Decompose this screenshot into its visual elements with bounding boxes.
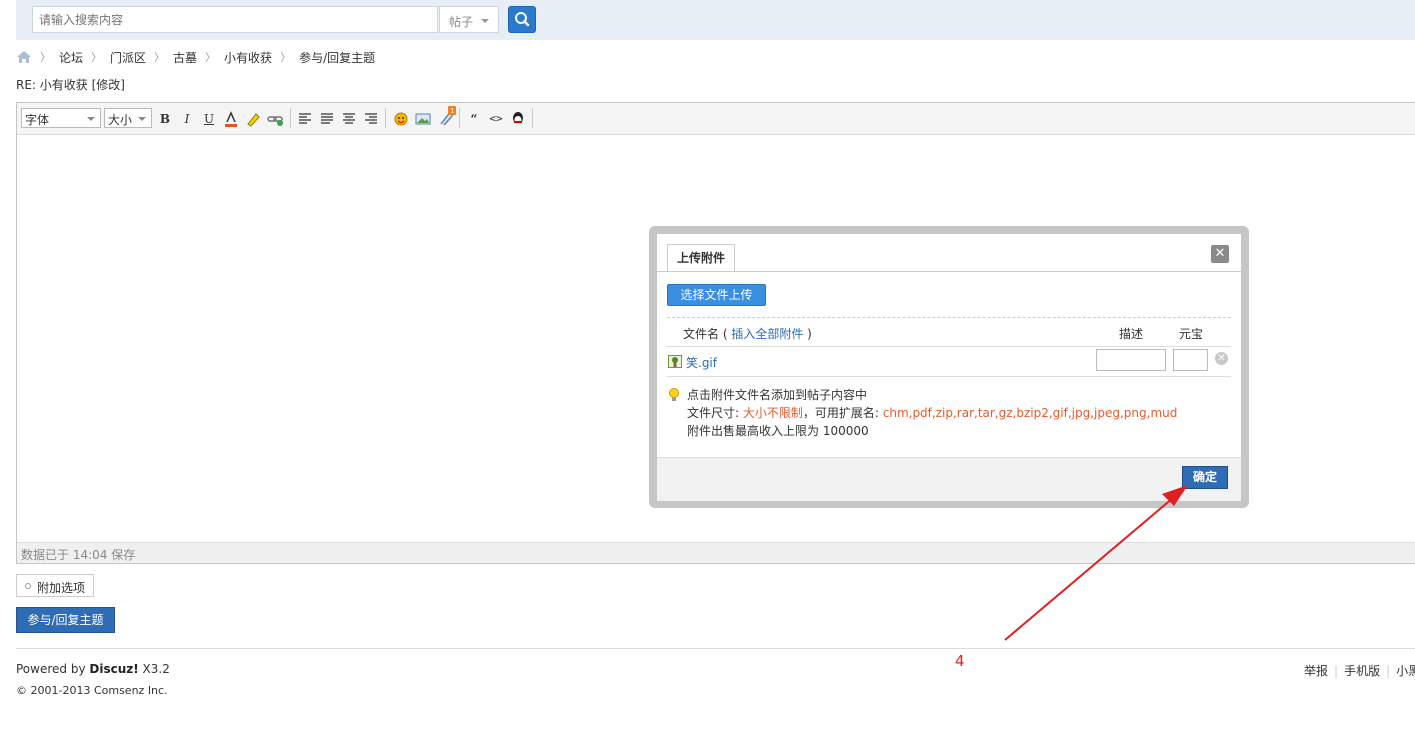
bold-icon[interactable]: B — [156, 110, 174, 128]
footer-links: 举报 | 手机版 | 小黑 — [1304, 662, 1415, 679]
chevron-down-icon — [138, 117, 146, 121]
search-box — [32, 6, 438, 33]
post-title: RE: 小有收获 [修改] — [16, 78, 125, 92]
tip-size-value: 大小不限制 — [742, 406, 803, 420]
quote-icon[interactable]: “ — [465, 110, 483, 128]
link-separator: | — [1386, 664, 1391, 678]
attachment-price-input[interactable] — [1173, 349, 1208, 371]
search-input[interactable] — [39, 13, 429, 27]
font-size-label: 大小 — [108, 113, 133, 127]
image-file-icon — [668, 355, 682, 368]
choose-file-button[interactable]: 选择文件上传 — [667, 284, 766, 306]
search-type-select[interactable]: 帖子 — [439, 6, 499, 33]
tip-size-prefix: 文件尺寸: — [687, 406, 743, 420]
attachment-description-input[interactable] — [1096, 349, 1166, 371]
image-icon[interactable] — [414, 110, 432, 128]
tab-upload-attachment[interactable]: 上传附件 — [667, 244, 735, 271]
search-type-label: 帖子 — [449, 15, 474, 29]
breadcrumb-separator: 〉 — [91, 51, 103, 64]
text-color-icon[interactable] — [222, 110, 240, 128]
tip-ext-value: chm,pdf,zip,rar,tar,gz,bzip2,gif,jpg,jpe… — [882, 406, 1178, 420]
breadcrumb-separator: 〉 — [40, 51, 51, 64]
toolbar-divider — [459, 108, 460, 128]
code-icon[interactable]: <> — [487, 110, 505, 128]
font-family-select[interactable]: 字体 — [21, 108, 101, 128]
link-separator: | — [1334, 664, 1339, 678]
price-column-header: 元宝 — [1179, 327, 1204, 341]
home-icon[interactable] — [16, 50, 32, 64]
attachment-icon[interactable]: 1 — [436, 106, 456, 128]
emoji-icon[interactable] — [392, 110, 410, 128]
autosave-status: 数据已于 14:04 保存 — [21, 548, 136, 562]
tip-insert-hint: 点击附件文件名添加到帖子内容中 — [687, 388, 868, 402]
breadcrumb-current: 参与/回复主题 — [299, 50, 376, 65]
insert-all-attachments-link[interactable]: 插入全部附件 — [731, 327, 803, 341]
font-size-select[interactable]: 大小 — [104, 108, 152, 128]
editor-status-bar: 数据已于 14:04 保存 — [17, 542, 1415, 563]
extra-options-toggle[interactable]: 附加选项 — [16, 574, 94, 597]
dashed-divider — [667, 317, 1231, 318]
breadcrumb-separator: 〉 — [205, 51, 217, 64]
breadcrumb-thread[interactable]: 小有收获 — [224, 49, 272, 66]
search-button[interactable] — [508, 6, 536, 33]
breadcrumb-forum[interactable]: 论坛 — [59, 49, 83, 66]
close-icon[interactable]: ✕ — [1211, 245, 1229, 263]
breadcrumb: 〉 论坛 〉 门派区 〉 古墓 〉 小有收获 〉 参与/回复主题 — [16, 49, 375, 65]
description-column-header: 描述 — [1119, 327, 1144, 341]
editor-toolbar: 字体 大小 B I U 1 “ <> — [17, 103, 1415, 135]
footer-divider — [16, 648, 1415, 649]
annotation-number: 4 — [955, 652, 965, 670]
align-right-icon[interactable] — [362, 110, 380, 128]
background-color-icon[interactable] — [244, 110, 262, 128]
breadcrumb-board[interactable]: 古墓 — [173, 49, 197, 66]
link-icon[interactable] — [266, 110, 284, 128]
delete-attachment-icon[interactable]: ✕ — [1215, 352, 1228, 365]
powered-by: Powered by Discuz! X3.2 — [16, 662, 170, 676]
lightbulb-icon — [669, 388, 679, 401]
attachment-tips: 点击附件文件名添加到帖子内容中 文件尺寸: 大小不限制，可用扩展名: chm,p… — [687, 386, 1177, 440]
version-text: X3.2 — [138, 662, 170, 676]
search-icon — [515, 12, 530, 27]
underline-icon[interactable]: U — [200, 110, 218, 128]
tip-sale-limit: 附件出售最高收入上限为 100000 — [687, 424, 869, 438]
italic-icon[interactable]: I — [178, 110, 196, 128]
breadcrumb-section[interactable]: 门派区 — [110, 49, 146, 66]
copyright: © 2001-2013 Comsenz Inc. — [16, 684, 168, 697]
filename-column-header: 文件名 ( 插入全部附件 ) — [683, 325, 812, 342]
paren-close: ) — [803, 327, 812, 341]
submit-reply-button[interactable]: 参与/回复主题 — [16, 607, 115, 633]
toolbar-divider — [532, 108, 533, 128]
bullet-icon — [25, 583, 31, 589]
dialog-footer: 确定 — [657, 457, 1241, 501]
footer-link-mobile[interactable]: 手机版 — [1344, 664, 1380, 678]
footer-link-report[interactable]: 举报 — [1304, 664, 1328, 678]
chevron-down-icon — [481, 19, 489, 23]
align-center-icon[interactable] — [340, 110, 358, 128]
toolbar-divider — [290, 108, 291, 128]
attachment-row: 笑.gif ✕ — [667, 347, 1231, 377]
dialog-tab-bar: 上传附件 ✕ — [657, 234, 1241, 272]
tip-file-limits: 文件尺寸: 大小不限制，可用扩展名: chm,pdf,zip,rar,tar,g… — [687, 404, 1177, 422]
svg-text:1: 1 — [450, 107, 454, 115]
upload-dialog: 上传附件 ✕ 选择文件上传 文件名 ( 插入全部附件 ) 描述 元宝 笑.gif… — [657, 234, 1241, 501]
chevron-down-icon — [87, 117, 95, 121]
qq-icon[interactable] — [509, 110, 527, 128]
extra-options-label: 附加选项 — [37, 581, 86, 595]
powered-prefix: Powered by — [16, 662, 90, 676]
breadcrumb-separator: 〉 — [280, 51, 292, 64]
align-left-icon[interactable] — [296, 110, 314, 128]
confirm-button[interactable]: 确定 — [1182, 466, 1228, 489]
footer-link-blackroom[interactable]: 小黑 — [1396, 664, 1415, 678]
font-family-label: 字体 — [25, 113, 50, 127]
breadcrumb-separator: 〉 — [154, 51, 166, 64]
tip-ext-prefix: ，可用扩展名: — [802, 406, 883, 420]
filename-header-label: 文件名 — [683, 327, 720, 341]
brand-link[interactable]: Discuz! — [89, 662, 138, 676]
attachment-file-name[interactable]: 笑.gif — [686, 354, 717, 371]
align-justify-icon[interactable] — [318, 110, 336, 128]
toolbar-divider — [385, 108, 386, 128]
